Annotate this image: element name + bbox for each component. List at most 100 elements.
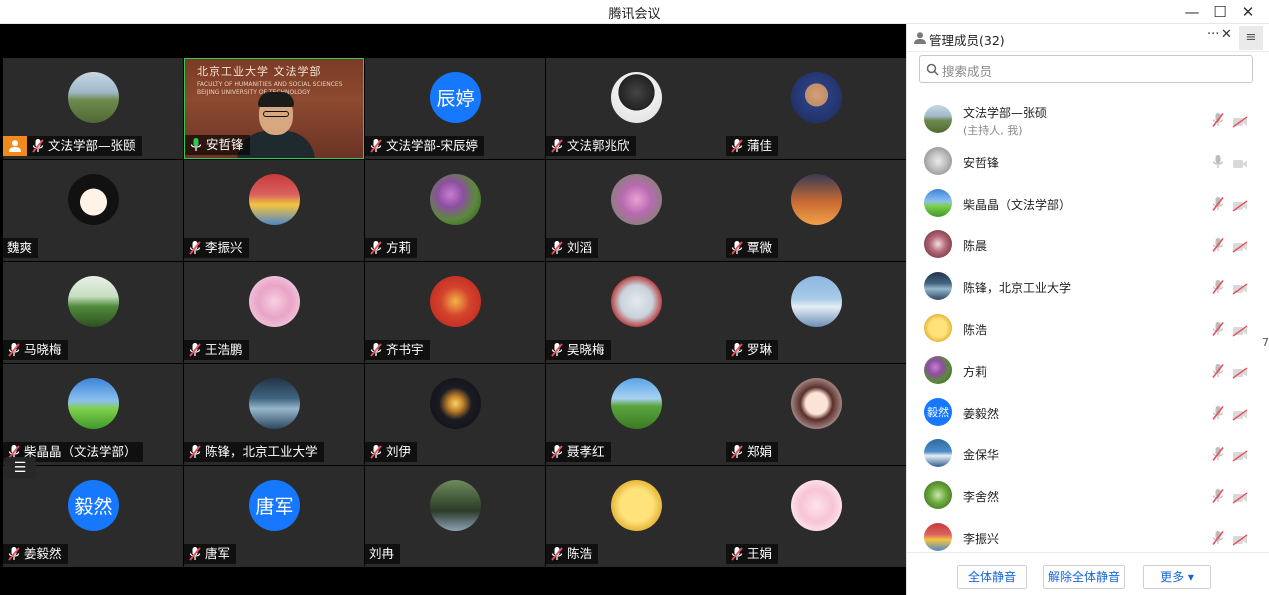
- participant-tile[interactable]: 唐军 唐军: [184, 466, 364, 567]
- participant-tile[interactable]: 刘滔: [546, 160, 726, 261]
- mic-muted-icon[interactable]: [1212, 405, 1224, 421]
- participant-tile[interactable]: 辰婷 文法学部-宋辰婷: [365, 58, 545, 159]
- member-list-item[interactable]: 金保华: [907, 434, 1269, 475]
- speaker-figure: [263, 111, 289, 117]
- participant-tile[interactable]: 李振兴: [184, 160, 364, 261]
- participant-tile[interactable]: 柴晶晶（文法学部）: [3, 364, 183, 465]
- mute-all-button[interactable]: 全体静音: [957, 565, 1027, 589]
- member-avatar: [924, 230, 952, 259]
- mic-muted-icon: [730, 138, 744, 154]
- close-button[interactable]: ✕: [1236, 1, 1260, 23]
- participant-tile[interactable]: 魏爽: [3, 160, 183, 261]
- participant-tile[interactable]: 郑娟: [726, 364, 906, 465]
- mic-muted-icon: [730, 342, 744, 358]
- mic-muted-icon: [7, 342, 21, 358]
- participant-avatar: [430, 480, 481, 531]
- participant-name-label: 方莉: [365, 238, 418, 258]
- participant-tile[interactable]: 覃微: [726, 160, 906, 261]
- camera-icon[interactable]: [1232, 155, 1248, 168]
- member-name: 安哲锋: [963, 155, 1000, 170]
- participant-tile[interactable]: 北京工业大学 文法学部 FACULTY OF HUMANITIES AND SOC…: [184, 58, 364, 159]
- camera-off-icon[interactable]: [1232, 447, 1248, 462]
- unmute-all-button[interactable]: 解除全体静音: [1043, 565, 1125, 589]
- member-search-input[interactable]: 搜索成员: [919, 55, 1253, 83]
- mic-on-icon: [189, 137, 203, 153]
- participant-name: 覃微: [747, 240, 773, 255]
- mic-muted-icon[interactable]: [1212, 488, 1224, 504]
- participant-name-label: 魏爽: [3, 238, 39, 258]
- camera-off-icon[interactable]: [1232, 531, 1248, 546]
- member-name: 陈浩: [963, 323, 988, 337]
- mic-muted-icon[interactable]: [1212, 446, 1224, 462]
- more-options-button[interactable]: ···: [1207, 27, 1219, 42]
- participant-tile[interactable]: 王娟: [726, 466, 906, 567]
- member-list-item[interactable]: 柴晶晶（文法学部）: [907, 184, 1269, 225]
- participant-tile[interactable]: 齐书宇: [365, 262, 545, 363]
- member-name: 柴晶晶（文法学部）: [963, 197, 1072, 212]
- member-list-item[interactable]: 安哲锋: [907, 142, 1269, 183]
- camera-off-icon[interactable]: [1232, 322, 1248, 337]
- camera-off-icon[interactable]: [1232, 489, 1248, 504]
- camera-off-icon[interactable]: [1232, 238, 1248, 253]
- camera-off-icon[interactable]: [1232, 280, 1248, 295]
- participant-name: 柴晶晶（文法学部）: [24, 444, 137, 459]
- participant-avatar: [68, 174, 119, 225]
- panel-menu-button[interactable]: ≡: [1239, 26, 1263, 50]
- participant-avatar: [430, 378, 481, 429]
- search-icon: [926, 63, 939, 76]
- participant-tile[interactable]: 马晓梅: [3, 262, 183, 363]
- camera-off-icon[interactable]: [1232, 197, 1248, 212]
- participant-tile[interactable]: 蒲佳: [726, 58, 906, 159]
- mic-muted-icon[interactable]: [1212, 196, 1224, 212]
- mic-muted-icon[interactable]: [1212, 279, 1224, 295]
- mic-on-icon[interactable]: [1212, 154, 1224, 170]
- participant-name: 王娟: [747, 546, 773, 561]
- participant-tile[interactable]: 吴晓梅: [546, 262, 726, 363]
- participant-name: 吴晓梅: [567, 342, 605, 357]
- participant-name-label: 刘冉: [365, 544, 401, 564]
- participant-name: 刘冉: [369, 546, 395, 561]
- member-name: 陈晨: [963, 239, 988, 254]
- mic-muted-icon: [31, 138, 45, 154]
- more-button[interactable]: 更多 ▾: [1143, 565, 1211, 589]
- participant-avatar: 唐军: [249, 480, 300, 531]
- member-list-item[interactable]: 陈锋，北京工业大学: [907, 267, 1269, 308]
- mic-muted-icon[interactable]: [1212, 363, 1224, 379]
- participant-name-label: 罗琳: [726, 340, 779, 360]
- member-list-item[interactable]: 陈晨: [907, 225, 1269, 266]
- mic-muted-icon[interactable]: [1212, 321, 1224, 337]
- maximize-button[interactable]: ☐: [1208, 1, 1232, 23]
- participant-tile[interactable]: 王浩鹏: [184, 262, 364, 363]
- participant-tile[interactable]: 罗琳: [726, 262, 906, 363]
- member-list-item[interactable]: 毅然 姜毅然: [907, 393, 1269, 434]
- participant-avatar: 辰婷: [430, 72, 481, 123]
- panel-close-button[interactable]: ✕: [1221, 27, 1232, 42]
- participant-tile[interactable]: 刘冉: [365, 466, 545, 567]
- camera-off-icon[interactable]: [1232, 364, 1248, 379]
- member-avatar: [924, 355, 952, 384]
- member-list-item[interactable]: 李振兴: [907, 518, 1269, 552]
- member-list-item[interactable]: 李舍然: [907, 476, 1269, 517]
- participant-tile[interactable]: 文法郭兆欣: [546, 58, 726, 159]
- member-name: 李舍然: [963, 490, 1000, 505]
- member-list-item[interactable]: 文法学部—张硕 (主持人, 我): [907, 100, 1269, 141]
- participant-tile[interactable]: 文法学部—张颐: [3, 58, 183, 159]
- participant-tile[interactable]: 陈浩: [546, 466, 726, 567]
- participant-tile[interactable]: 聂孝红: [546, 364, 726, 465]
- camera-off-icon[interactable]: [1232, 406, 1248, 421]
- mic-muted-icon[interactable]: [1212, 112, 1224, 128]
- minimize-button[interactable]: —: [1180, 1, 1204, 23]
- participant-tile[interactable]: 陈锋，北京工业大学: [184, 364, 364, 465]
- mic-muted-icon[interactable]: [1212, 530, 1224, 546]
- mic-muted-icon[interactable]: [1212, 237, 1224, 253]
- panel-title: 管理成员(32): [929, 33, 1005, 48]
- member-list-item[interactable]: 陈浩: [907, 309, 1269, 350]
- participant-tile[interactable]: 毅然 姜毅然: [3, 466, 183, 567]
- list-view-toggle[interactable]: ☰: [4, 457, 36, 479]
- mic-muted-icon: [550, 342, 564, 358]
- participant-tile[interactable]: 刘伊: [365, 364, 545, 465]
- participant-name-label: 文法郭兆欣: [546, 136, 636, 156]
- camera-off-icon[interactable]: [1232, 113, 1248, 128]
- member-list-item[interactable]: 方莉: [907, 351, 1269, 392]
- participant-tile[interactable]: 方莉: [365, 160, 545, 261]
